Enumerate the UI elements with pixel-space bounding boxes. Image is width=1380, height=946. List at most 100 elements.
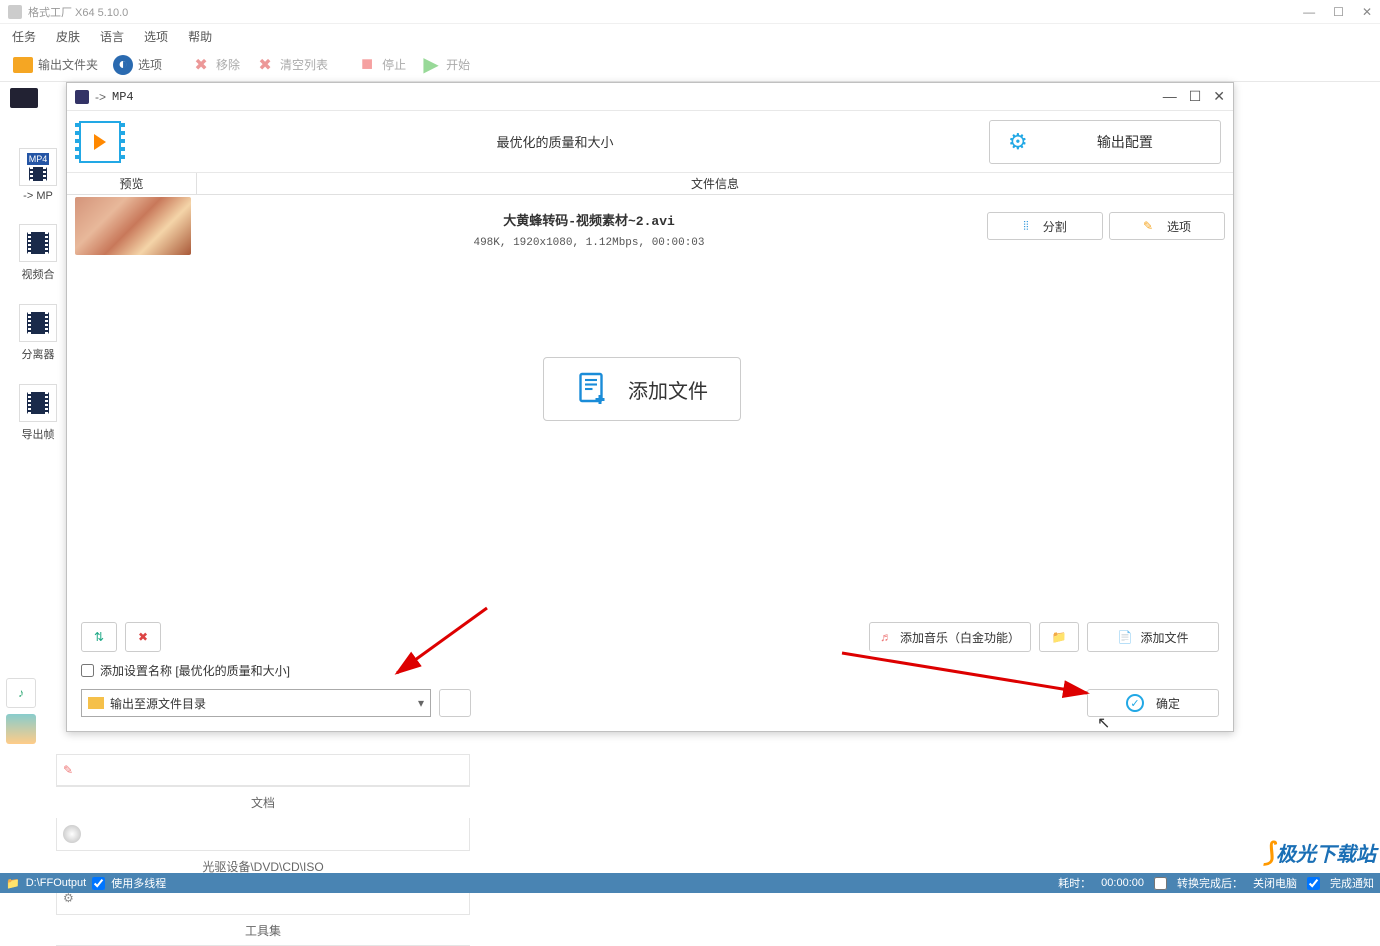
sidebar-merge-label: 视频合 [14,266,62,282]
add-folder-button[interactable]: 📁 [1039,622,1079,652]
split-button[interactable]: ⦙⦙ 分割 [987,212,1103,240]
dialog-titlebar: -> MP4 — ☐ ✕ [67,83,1233,111]
tools-bar[interactable]: 工具集 [56,914,470,946]
add-file-large-label: 添加文件 [628,375,708,404]
dialog-format: MP4 [112,90,134,104]
start-icon: ▶ [420,54,442,76]
left-strip [0,82,48,114]
minimize-icon[interactable]: — [1303,5,1315,19]
folder-status-icon: 📁 [6,877,20,890]
watermark-swoosh-icon: ⟆ [1264,837,1274,868]
start-button[interactable]: ▶ 开始 [414,52,476,78]
window-title: 格式工厂 X64 5.10.0 [28,4,128,20]
file-option-button[interactable]: ✎ 选项 [1109,212,1225,240]
after-label: 转换完成后： [1177,875,1243,891]
sidebar-mp4-label: -> MP [14,190,62,202]
dialog-icon [75,90,89,104]
close-icon[interactable]: ✕ [1362,5,1372,19]
doc-label: 文档 [251,794,275,811]
disc-icon-row [56,818,470,850]
delete-item-button[interactable]: ✖ [125,622,161,652]
tools-icon: ⚙ [63,891,74,905]
sidebar-item-merge[interactable]: 视频合 [14,224,62,282]
dialog-arrow: -> [95,90,106,104]
menu-option[interactable]: 选项 [144,28,168,45]
sidebar-item-export-frame[interactable]: 导出帧 [14,384,62,442]
file-meta: 498K, 1920x1080, 1.12Mbps, 00:00:03 [191,237,987,249]
remove-icon: ✖ [190,54,212,76]
menu-skin[interactable]: 皮肤 [56,28,80,45]
sidebar-item-mp4[interactable]: MP4 -> MP [14,148,62,202]
dialog-minimize-icon[interactable]: — [1163,88,1177,105]
notify-label: 完成通知 [1330,875,1374,891]
browse-folder-button[interactable] [439,689,471,717]
maximize-icon[interactable]: ☐ [1333,5,1344,19]
clear-label: 清空列表 [280,56,328,73]
music-icon: ♬ [880,630,892,644]
folder-small-icon [88,697,104,709]
doc-bar-icon-row: ✎ [56,754,470,786]
options-button[interactable]: ◐ 选项 [106,52,168,78]
sidebar-sep-label: 分离器 [14,346,62,362]
after-value: 关闭电脑 [1253,875,1297,891]
add-file-button-large[interactable]: 添加文件 [543,357,741,421]
add-music-label: 添加音乐（白金功能） [900,629,1020,646]
ok-button[interactable]: ✓ 确定 [1087,689,1219,717]
add-file-button-small[interactable]: 📄 添加文件 [1087,622,1219,652]
file-row[interactable]: 大黄蜂转码-视频素材~2.avi 498K, 1920x1080, 1.12Mb… [67,195,1233,257]
output-folder-button[interactable]: 输出文件夹 [6,52,104,78]
gear-icon: ⚙ [1008,129,1028,155]
main-titlebar: 格式工厂 X64 5.10.0 — ☐ ✕ [0,0,1380,24]
dialog-footer: ⇅ ✖ ♬ 添加音乐（白金功能） 📁 📄 添加文件 添加设置名称 [最优化的质量… [67,612,1233,731]
split-icon: ⦙⦙ [1023,219,1028,234]
dialog-header: 最优化的质量和大小 ⚙ 输出配置 [67,111,1233,173]
clear-button[interactable]: ✖ 清空列表 [248,52,334,78]
output-config-button[interactable]: ⚙ 输出配置 [989,120,1221,164]
sidebar-item-separator[interactable]: 分离器 [14,304,62,362]
add-file-small-icon: 📄 [1118,630,1133,644]
elapsed-value: 00:00:00 [1101,877,1144,889]
remove-label: 移除 [216,56,240,73]
after-convert-checkbox[interactable] [1154,877,1167,890]
bottom-category-bars: ✎ 文档 光驱设备\DVD\CD\ISO ⚙ 工具集 [56,754,470,946]
start-label: 开始 [446,56,470,73]
add-music-button[interactable]: ♬ 添加音乐（白金功能） [869,622,1031,652]
stop-button[interactable]: ■ 停止 [350,52,412,78]
folder-icon [446,696,464,710]
output-path[interactable]: D:\FFOutput [26,877,87,889]
elapsed-label: 耗时： [1058,875,1091,891]
col-preview: 预览 [67,173,197,194]
audio-category-icon[interactable]: ♪ [6,678,36,708]
doc-bar[interactable]: 文档 [56,786,470,818]
category-icons: ♪ [6,678,36,750]
append-name-label: 添加设置名称 [最优化的质量和大小] [100,662,290,679]
video-play-icon [79,121,121,163]
file-list-header: 预览 文件信息 [67,173,1233,195]
stop-label: 停止 [382,56,406,73]
stop-icon: ■ [356,54,378,76]
check-icon: ✓ [1126,694,1144,712]
remove-button[interactable]: ✖ 移除 [184,52,246,78]
menu-lang[interactable]: 语言 [100,28,124,45]
menu-help[interactable]: 帮助 [188,28,212,45]
output-dir-combo[interactable]: 输出至源文件目录 ▾ [81,689,431,717]
add-file-small-label: 添加文件 [1140,629,1188,646]
document-edit-icon: ✎ [63,763,73,777]
video-category-icon[interactable] [10,88,38,108]
film-icon [27,392,49,414]
dialog-maximize-icon[interactable]: ☐ [1189,88,1202,105]
option-label: 选项 [1167,218,1191,235]
tools-label: 工具集 [245,922,281,939]
ok-label: 确定 [1156,695,1180,712]
add-file-icon [576,371,612,407]
menu-task[interactable]: 任务 [12,28,36,45]
notify-checkbox[interactable] [1307,877,1320,890]
option-icon: ✎ [1143,219,1153,233]
merge-toggle-button[interactable]: ⇅ [81,622,117,652]
dialog-close-icon[interactable]: ✕ [1213,88,1225,105]
output-dir-label: 输出至源文件目录 [110,695,206,712]
image-category-icon[interactable] [6,714,36,744]
append-name-checkbox[interactable] [81,664,94,677]
multithread-checkbox[interactable] [92,877,105,890]
options-icon: ◐ [113,55,133,75]
